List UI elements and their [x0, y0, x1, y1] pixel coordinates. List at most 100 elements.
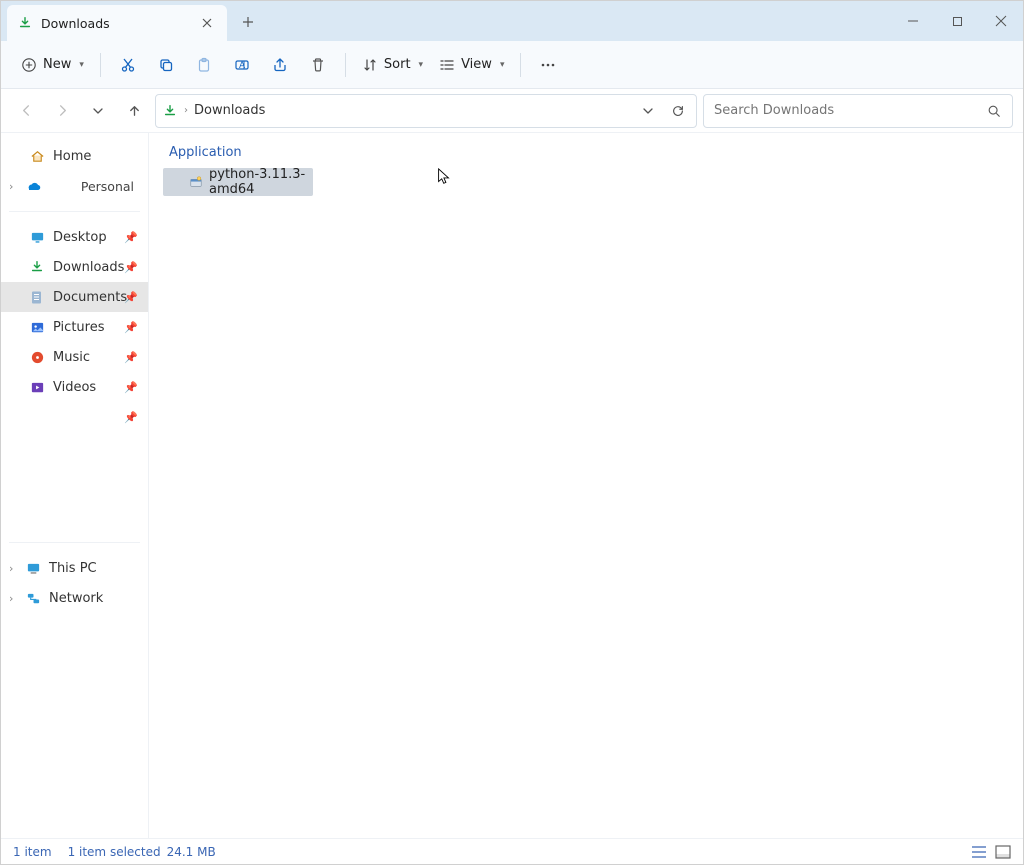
sidebar-item-label: Music [53, 350, 90, 365]
pin-icon: 📌 [124, 291, 138, 304]
close-window-button[interactable] [979, 1, 1023, 41]
body: Home Personal Desktop 📌 Downloads 📌 Docu… [1, 133, 1023, 838]
sidebar-item-label: Desktop [53, 230, 107, 245]
status-bar: 1 item 1 item selected 24.1 MB [1, 838, 1023, 864]
history-dropdown-button[interactable] [636, 96, 660, 126]
file-name: python-3.11.3-amd64 [209, 167, 307, 197]
download-icon [29, 259, 45, 275]
pin-icon: 📌 [124, 411, 138, 424]
cut-button[interactable] [111, 49, 145, 81]
sidebar-item-pictures[interactable]: Pictures 📌 [1, 312, 148, 342]
sidebar-item-label: Network [49, 591, 103, 606]
sidebar-item-label: Home [53, 149, 91, 164]
sidebar-item-music[interactable]: Music 📌 [1, 342, 148, 372]
pictures-icon [29, 319, 45, 335]
minimize-button[interactable] [891, 1, 935, 41]
view-mode-picker [971, 845, 1011, 859]
search-input[interactable] [714, 103, 986, 118]
pin-icon: 📌 [124, 351, 138, 364]
file-item[interactable]: python-3.11.3-amd64 [163, 168, 313, 196]
sidebar-item-videos[interactable]: Videos 📌 [1, 372, 148, 402]
separator [520, 53, 521, 77]
back-button[interactable] [11, 96, 41, 126]
paste-button[interactable] [187, 49, 221, 81]
navigation-pane: Home Personal Desktop 📌 Downloads 📌 Docu… [1, 133, 149, 838]
delete-button[interactable] [301, 49, 335, 81]
onedrive-icon [25, 178, 41, 194]
search-box[interactable] [703, 94, 1013, 128]
chevron-down-icon: ▾ [79, 60, 84, 70]
sort-button[interactable]: Sort ▾ [356, 49, 429, 81]
network-icon [25, 590, 41, 606]
download-icon [162, 103, 178, 119]
chevron-right-icon: › [184, 105, 188, 116]
rename-button[interactable]: A [225, 49, 259, 81]
sidebar-item-label: This PC [49, 561, 97, 576]
new-button[interactable]: New ▾ [15, 49, 90, 81]
maximize-button[interactable] [935, 1, 979, 41]
cursor-icon [437, 168, 451, 186]
pin-icon: 📌 [124, 261, 138, 274]
details-view-button[interactable] [971, 845, 987, 859]
sidebar-item-desktop[interactable]: Desktop 📌 [1, 222, 148, 252]
pin-icon: 📌 [124, 381, 138, 394]
sidebar-item-blank[interactable]: 📌 [1, 402, 148, 432]
chevron-down-icon: ▾ [500, 60, 505, 70]
view-label: View [461, 57, 492, 72]
recent-locations-button[interactable] [83, 96, 113, 126]
tab-close-button[interactable] [197, 13, 217, 33]
separator [345, 53, 346, 77]
breadcrumb-item[interactable]: Downloads [194, 103, 265, 118]
toolbar: New ▾ A Sort ▾ View ▾ [1, 41, 1023, 89]
content-pane[interactable]: Application python-3.11.3-amd64 [149, 133, 1023, 838]
refresh-button[interactable] [666, 96, 690, 126]
pc-icon [25, 560, 41, 576]
titlebar: Downloads [1, 1, 1023, 41]
sidebar-item-home[interactable]: Home [1, 141, 148, 171]
tab-title: Downloads [41, 16, 189, 31]
navigation-row: › Downloads [1, 89, 1023, 133]
address-bar[interactable]: › Downloads [155, 94, 697, 128]
sidebar-divider [9, 211, 140, 212]
status-item-count: 1 item [13, 845, 52, 859]
sidebar-item-label: Pictures [53, 320, 104, 335]
group-header[interactable]: Application [169, 145, 1009, 160]
breadcrumb: › Downloads [184, 103, 630, 118]
up-button[interactable] [119, 96, 149, 126]
thumbnails-view-button[interactable] [995, 845, 1011, 859]
sidebar-item-label: Downloads [53, 260, 124, 275]
forward-button[interactable] [47, 96, 77, 126]
separator [100, 53, 101, 77]
desktop-icon [29, 229, 45, 245]
sidebar-item-downloads[interactable]: Downloads 📌 [1, 252, 148, 282]
sidebar-item-documents[interactable]: Documents 📌 [1, 282, 148, 312]
sidebar-item-network[interactable]: Network [1, 583, 148, 613]
view-button[interactable]: View ▾ [433, 49, 510, 81]
file-explorer-window: Downloads New ▾ A Sort [0, 0, 1024, 865]
svg-text:A: A [239, 61, 246, 71]
sort-label: Sort [384, 57, 411, 72]
search-icon [986, 103, 1002, 119]
new-label: New [43, 57, 71, 72]
tab-downloads[interactable]: Downloads [7, 5, 227, 41]
sidebar-item-onedrive[interactable]: Personal [1, 171, 148, 201]
status-selection-size: 24.1 MB [167, 845, 216, 859]
sidebar-item-label: Personal [81, 179, 142, 194]
download-icon [17, 15, 33, 31]
documents-icon [29, 289, 45, 305]
home-icon [29, 148, 45, 164]
chevron-down-icon: ▾ [419, 60, 424, 70]
status-selection-count: 1 item selected [68, 845, 161, 859]
folder-icon [29, 409, 45, 425]
new-tab-button[interactable] [231, 5, 265, 39]
share-button[interactable] [263, 49, 297, 81]
pin-icon: 📌 [124, 321, 138, 334]
copy-button[interactable] [149, 49, 183, 81]
sidebar-item-thispc[interactable]: This PC [1, 553, 148, 583]
sidebar-item-label: Videos [53, 380, 96, 395]
more-button[interactable] [531, 49, 565, 81]
sidebar-divider [9, 542, 140, 543]
videos-icon [29, 379, 45, 395]
window-controls [891, 1, 1023, 41]
sidebar-item-label: Documents [53, 290, 127, 305]
